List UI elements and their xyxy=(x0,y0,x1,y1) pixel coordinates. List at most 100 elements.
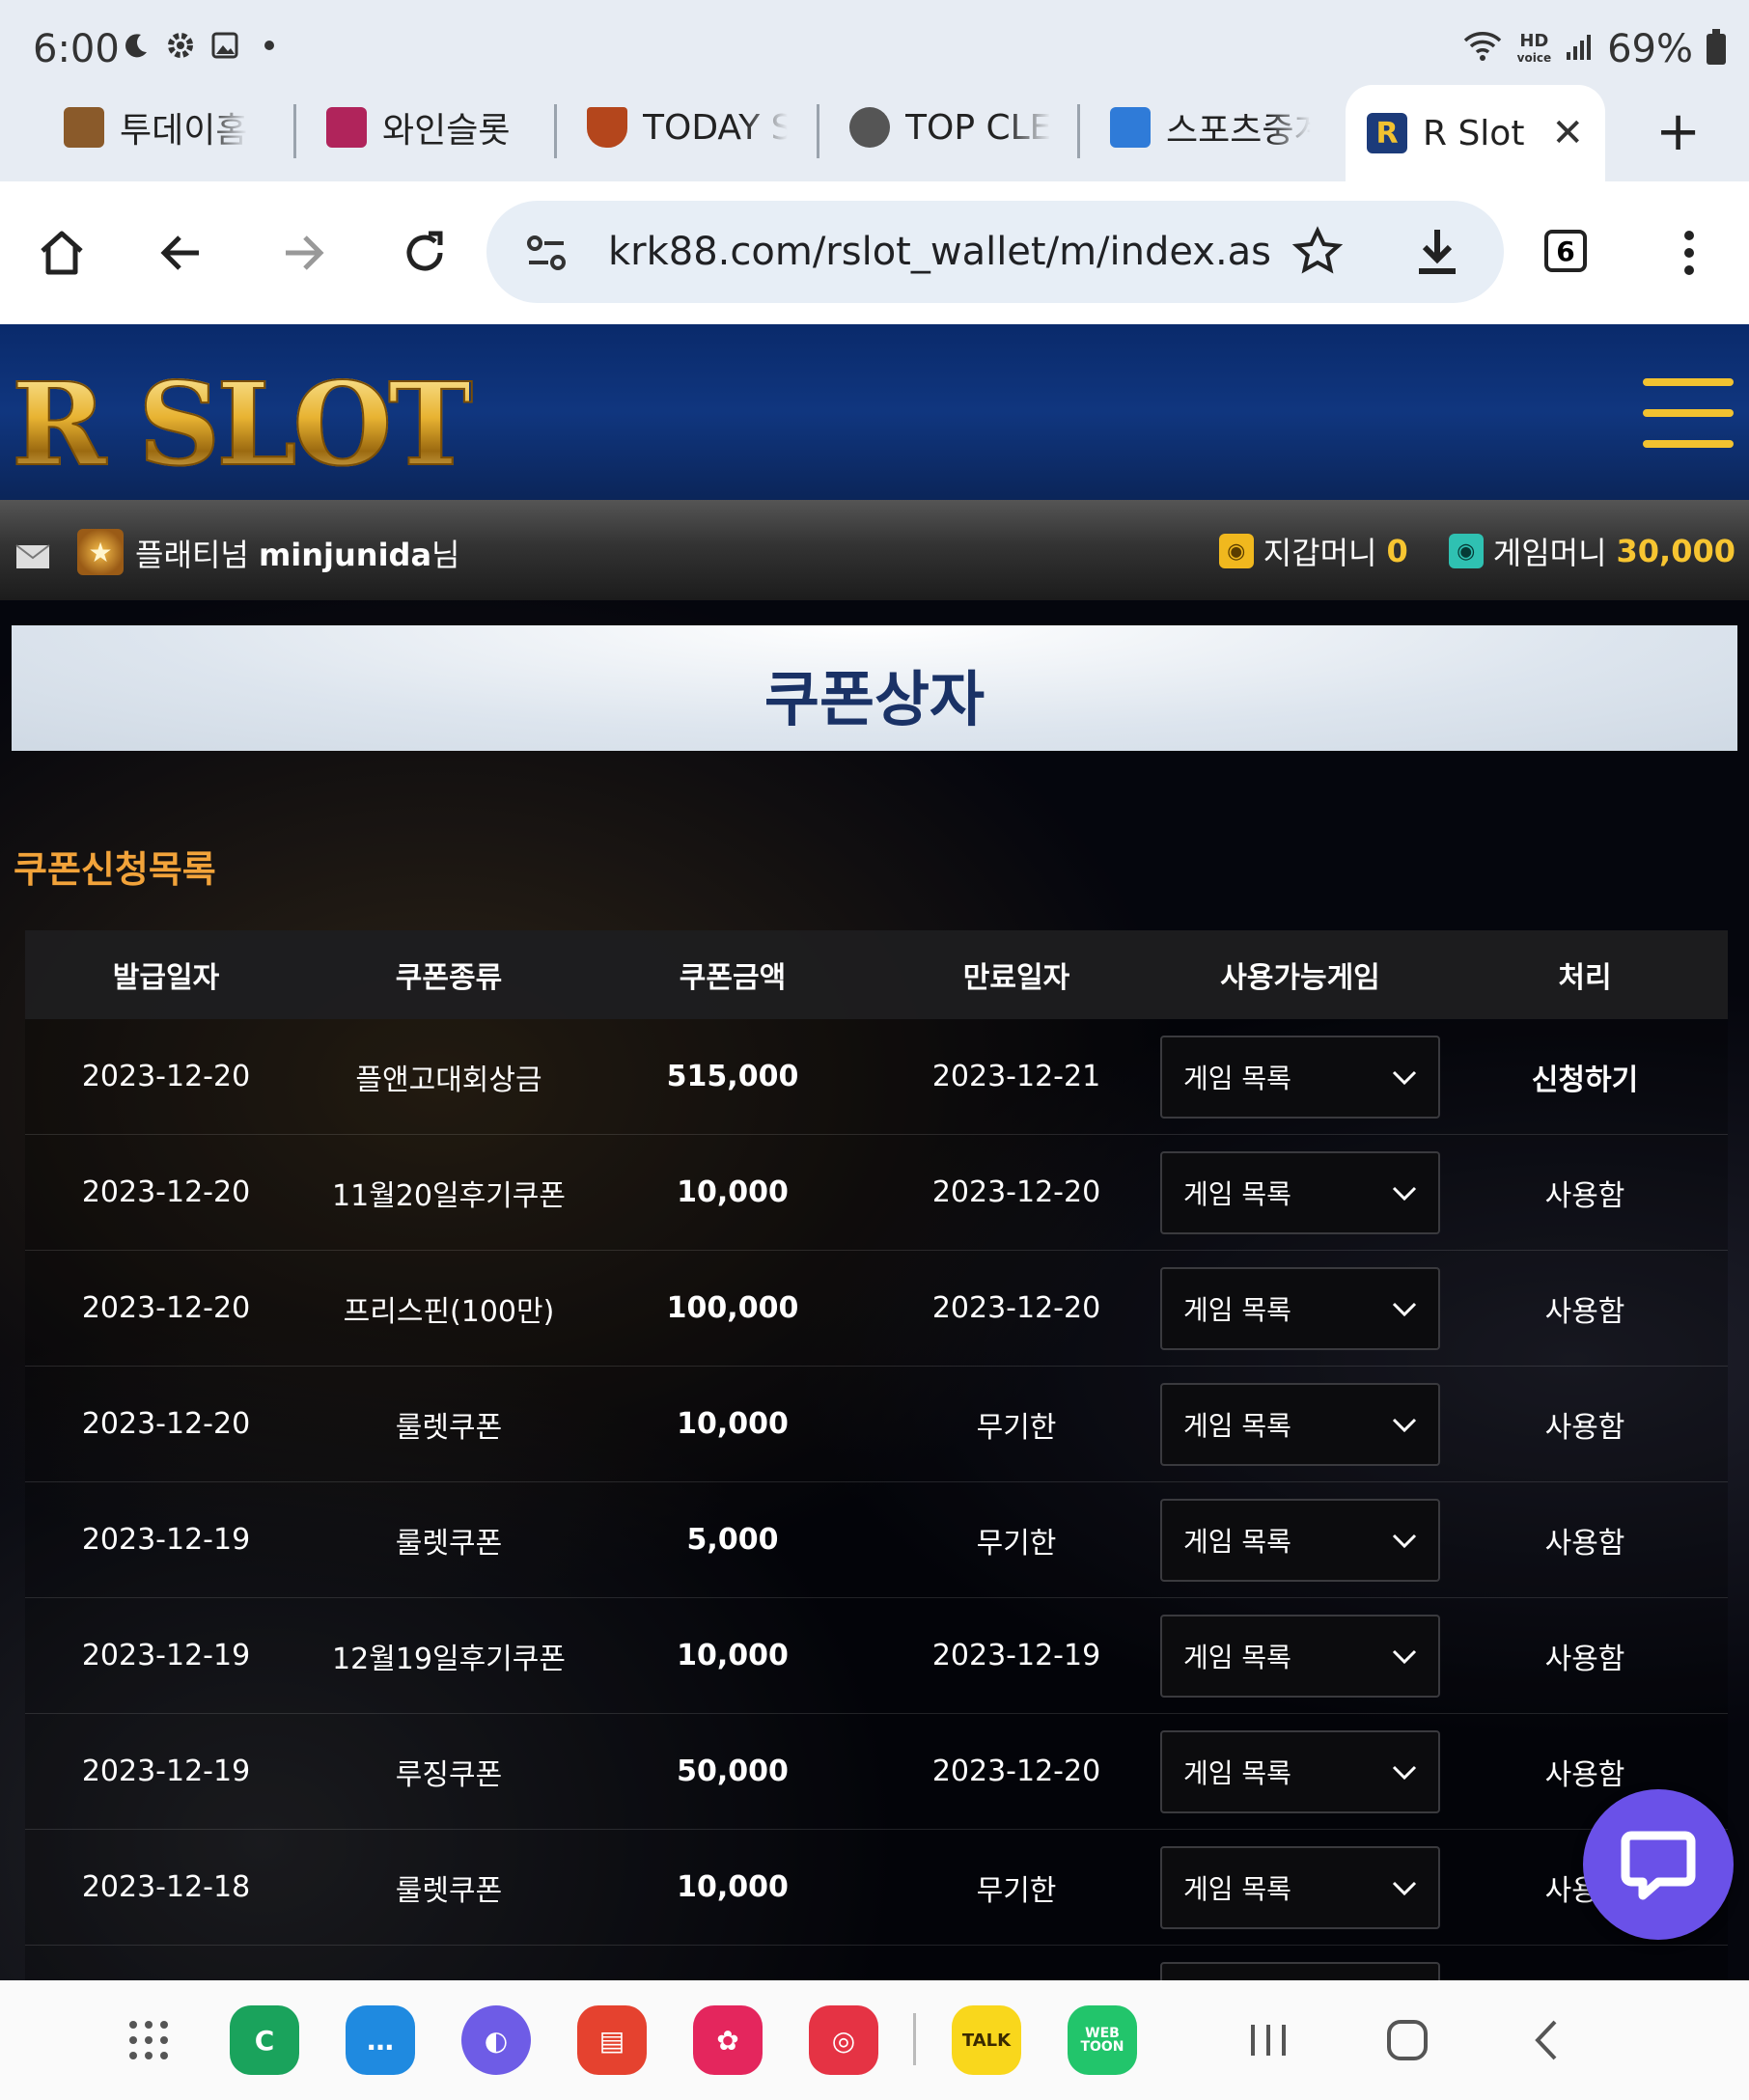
camera-app-icon[interactable]: ◎ xyxy=(809,2005,878,2075)
system-dock: C … ◐ ▤ ✿ ◎ TALK WEB TOON xyxy=(0,1980,1749,2100)
table-row: 2023-12-19 룰렛쿠폰 5,000 무기한 게임 목록 사용함 xyxy=(25,1481,1728,1598)
messages-app-icon[interactable]: … xyxy=(346,2005,415,2075)
game-money-value: 30,000 xyxy=(1616,533,1735,569)
signal-icon xyxy=(1565,27,1594,71)
game-list-select-label: 게임 목록 xyxy=(1183,1177,1291,1210)
game-list-select[interactable]: 게임 목록 xyxy=(1160,1035,1440,1119)
game-list-select-label: 게임 목록 xyxy=(1183,1409,1291,1442)
game-list-select[interactable]: 게임 목록 xyxy=(1160,1150,1440,1234)
expiry-date: 2023-12-20 xyxy=(874,1713,1158,1830)
url-text[interactable]: krk88.com/rslot_wallet/m/index.as xyxy=(608,230,1271,274)
coupon-type: 룰렛쿠폰 xyxy=(307,1481,591,1598)
hamburger-menu-icon[interactable] xyxy=(1643,378,1734,450)
game-list-cell: 게임 목록 xyxy=(1158,1597,1442,1714)
coupon-status: 사용함 xyxy=(1442,1481,1728,1598)
coupon-type: 12월18일후기쿠폰 xyxy=(307,1945,591,1980)
game-list-select-label: 게임 목록 xyxy=(1183,1293,1291,1326)
expiry-date: 2023-12-19 xyxy=(874,1597,1158,1714)
r-slot-favicon-icon: R xyxy=(1367,113,1407,153)
address-bar[interactable]: krk88.com/rslot_wallet/m/index.as xyxy=(486,201,1504,303)
coupon-type: 프리스핀(100만) xyxy=(307,1250,591,1367)
game-list-select[interactable]: 게임 목록 xyxy=(1160,1614,1440,1698)
reload-icon xyxy=(406,231,443,271)
chevron-down-icon xyxy=(1392,1408,1417,1440)
user-bar: ★ 플래티넘 minjunida님 ◉ 지갑머니 0 ◉ 게임머니 30,000 xyxy=(0,500,1749,600)
game-list-cell: 게임 목록 xyxy=(1158,1250,1442,1367)
chat-button[interactable] xyxy=(1583,1789,1734,1940)
home-button[interactable] xyxy=(27,218,97,288)
tab-wine-slot[interactable]: 와인슬롯 xyxy=(326,85,510,170)
gallery-app-icon[interactable]: ✿ xyxy=(693,2005,763,2075)
chevron-down-icon xyxy=(1392,1640,1417,1672)
battery-percent: 69% xyxy=(1607,27,1693,71)
table-header-row: 발급일자 쿠폰종류 쿠폰금액 만료일자 사용가능게임 처리 xyxy=(25,930,1728,1019)
internet-app-icon[interactable]: ◐ xyxy=(461,2005,531,2075)
issued-date: 2023-12-20 xyxy=(25,1134,307,1251)
tab-count-button[interactable]: 6 xyxy=(1544,230,1587,272)
tab-today-home[interactable]: 투데이홈 xyxy=(64,85,247,170)
back-button[interactable] xyxy=(147,218,216,288)
coupon-type: 12월19일후기쿠폰 xyxy=(307,1597,591,1714)
reload-button[interactable] xyxy=(390,218,459,288)
table-row: 2023-12-18 룰렛쿠폰 10,000 무기한 게임 목록 사용함 xyxy=(25,1829,1728,1946)
chevron-down-icon xyxy=(1392,1755,1417,1787)
star-icon[interactable] xyxy=(1291,226,1344,282)
coupon-type: 룰렛쿠폰 xyxy=(307,1829,591,1946)
chevron-down-icon xyxy=(1392,1176,1417,1208)
table-row: 2023-12-19 루징쿠폰 50,000 2023-12-20 게임 목록 사용함 xyxy=(25,1713,1728,1830)
download-icon[interactable] xyxy=(1413,226,1461,282)
tab-divider xyxy=(293,104,296,158)
game-list-select[interactable]: 게임 목록 xyxy=(1160,1961,1440,1980)
site-settings-icon[interactable] xyxy=(525,234,568,276)
runner-favicon-icon xyxy=(1110,107,1151,148)
tab-r-slot[interactable]: R R Slot ✕ xyxy=(1346,85,1605,181)
game-list-select-label: 게임 목록 xyxy=(1183,1756,1291,1789)
issued-date: 2023-12-18 xyxy=(25,1829,307,1946)
game-list-cell: 게임 목록 xyxy=(1158,1366,1442,1482)
site-logo[interactable]: R SLOT xyxy=(11,356,474,492)
forward-button[interactable] xyxy=(268,218,338,288)
home-nav-button[interactable] xyxy=(1376,2009,1438,2071)
arrow-right-icon xyxy=(286,235,324,270)
back-nav-button[interactable] xyxy=(1515,2009,1577,2071)
coupon-type: 플앤고대회상금 xyxy=(307,1019,591,1135)
wifi-icon xyxy=(1461,27,1504,71)
coupon-table: 발급일자 쿠폰종류 쿠폰금액 만료일자 사용가능게임 처리 2023-12-20… xyxy=(25,930,1728,1980)
coupon-type: 룰렛쿠폰 xyxy=(307,1366,591,1482)
apps-grid-icon[interactable] xyxy=(114,2005,183,2075)
phone-app-icon[interactable]: C xyxy=(230,2005,299,2075)
expiry-date: 2023-12-18 xyxy=(874,1945,1158,1980)
expiry-date: 2023-12-21 xyxy=(874,1019,1158,1135)
issued-date: 2023-12-19 xyxy=(25,1713,307,1830)
expiry-date: 무기한 xyxy=(874,1366,1158,1482)
new-tab-button[interactable]: + xyxy=(1655,100,1701,163)
tab-sports[interactable]: 스포츠중계 xyxy=(1110,85,1311,170)
slot-machine-icon xyxy=(64,107,104,148)
webtoon-app-icon[interactable]: WEB TOON xyxy=(1068,2005,1137,2075)
chevron-down-icon xyxy=(1392,1871,1417,1903)
coupon-amount: 10,000 xyxy=(591,1134,874,1251)
wallet-icon: ◉ xyxy=(1218,534,1254,568)
game-list-select[interactable]: 게임 목록 xyxy=(1160,1266,1440,1350)
coupon-status: 사용함 xyxy=(1442,1597,1728,1714)
close-tab-icon[interactable]: ✕ xyxy=(1551,111,1584,155)
kakaotalk-app-icon[interactable]: TALK xyxy=(952,2005,1021,2075)
wallet-label: 지갑머니 xyxy=(1263,535,1377,571)
coupon-status: 사용함 xyxy=(1442,1250,1728,1367)
game-list-select[interactable]: 게임 목록 xyxy=(1160,1382,1440,1466)
notes-app-icon[interactable]: ▤ xyxy=(577,2005,647,2075)
game-list-select[interactable]: 게임 목록 xyxy=(1160,1845,1440,1929)
more-vert-icon xyxy=(1684,231,1694,275)
tab-today-s[interactable]: TODAY S xyxy=(587,85,788,170)
recents-button[interactable] xyxy=(1237,2009,1299,2071)
game-list-select[interactable]: 게임 목록 xyxy=(1160,1729,1440,1813)
table-row: 2023-12-20 룰렛쿠폰 10,000 무기한 게임 목록 사용함 xyxy=(25,1366,1728,1482)
coupon-type: 루징쿠폰 xyxy=(307,1713,591,1830)
tab-top-clean[interactable]: TOP CLE xyxy=(849,85,1050,170)
menu-button[interactable] xyxy=(1654,218,1724,288)
apply-coupon-button[interactable]: 신청하기 xyxy=(1442,1019,1728,1135)
coupon-status: 사용함 xyxy=(1442,1134,1728,1251)
coupon-amount: 100,000 xyxy=(591,1250,874,1367)
game-list-select[interactable]: 게임 목록 xyxy=(1160,1498,1440,1582)
mail-icon[interactable] xyxy=(15,540,50,577)
